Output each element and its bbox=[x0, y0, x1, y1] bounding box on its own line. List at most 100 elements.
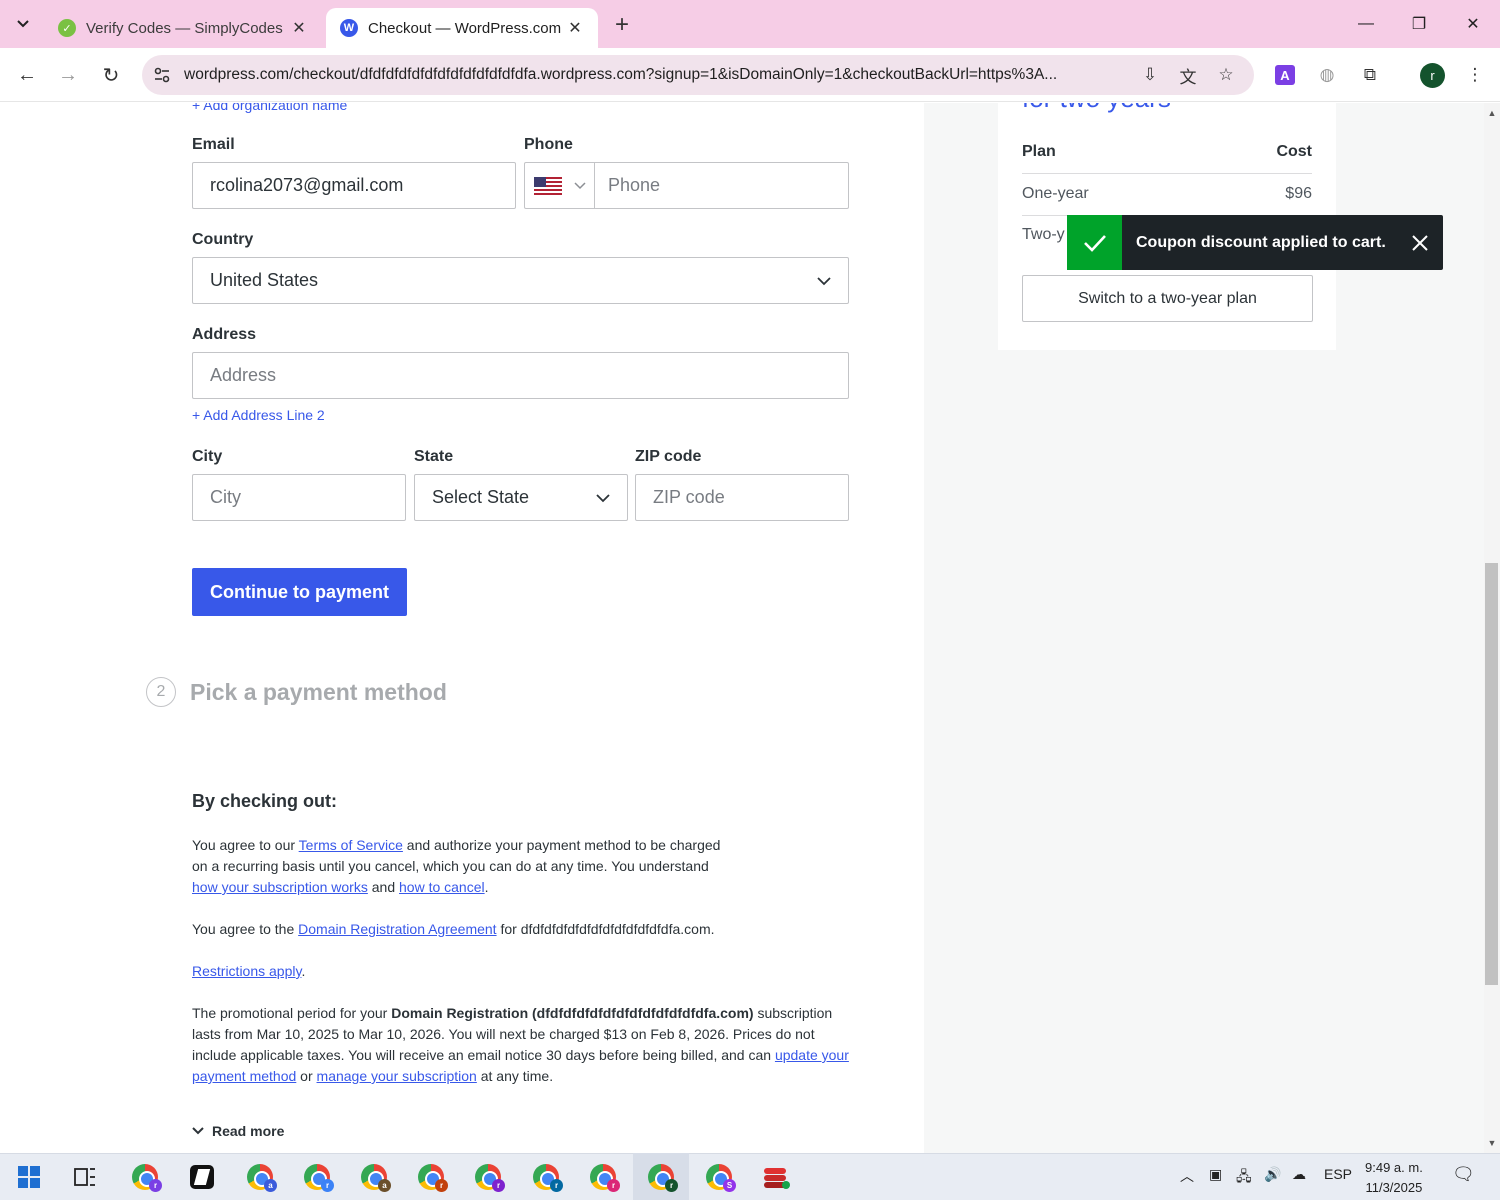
add-organization-link[interactable]: + Add organization name bbox=[192, 103, 347, 113]
chrome-taskbar-icon[interactable]: r bbox=[587, 1161, 620, 1193]
state-value: Select State bbox=[432, 487, 530, 507]
chevron-down-icon bbox=[817, 277, 831, 286]
state-select[interactable]: Select State bbox=[414, 474, 628, 521]
network-icon[interactable]: 🖧 bbox=[1236, 1166, 1252, 1190]
country-code-select[interactable] bbox=[525, 163, 595, 208]
tab-simplycodes[interactable]: ✓ Verify Codes — SimplyCodes ✕ bbox=[44, 8, 322, 48]
chevron-down-icon bbox=[574, 181, 586, 189]
how-to-cancel-link[interactable]: how to cancel bbox=[399, 879, 485, 895]
chrome-taskbar-icon[interactable]: r bbox=[301, 1161, 334, 1193]
close-tab-icon[interactable]: ✕ bbox=[566, 19, 584, 37]
translate-icon[interactable]: 文 bbox=[1176, 64, 1200, 87]
country-select[interactable]: United States bbox=[192, 257, 849, 304]
input-language[interactable]: ESP bbox=[1324, 1166, 1352, 1182]
url-text: wordpress.com/checkout/dfdfdfdfdfdfdfdfd… bbox=[184, 66, 1058, 83]
terms-text: You agree to the bbox=[192, 921, 299, 937]
tab-title: Verify Codes — SimplyCodes bbox=[86, 19, 283, 37]
continue-to-payment-button[interactable]: Continue to payment bbox=[192, 568, 407, 616]
window-close-icon[interactable]: ✕ bbox=[1450, 10, 1496, 38]
scroll-down-arrow-icon[interactable]: ▼ bbox=[1486, 1138, 1498, 1148]
cost-column-header: Cost bbox=[1276, 143, 1312, 160]
volume-icon[interactable]: 🔊 bbox=[1264, 1166, 1281, 1183]
chrome-taskbar-icon[interactable]: r bbox=[472, 1161, 505, 1193]
bookmark-star-icon[interactable]: ☆ bbox=[1214, 64, 1238, 86]
reload-icon[interactable]: ↻ bbox=[96, 60, 126, 90]
site-info-icon[interactable] bbox=[152, 65, 172, 85]
step-title[interactable]: Pick a payment method bbox=[190, 679, 447, 706]
chevron-down-icon bbox=[596, 494, 610, 503]
forward-icon[interactable]: → bbox=[53, 60, 83, 90]
terms-text: . bbox=[484, 879, 489, 895]
address-bar[interactable]: wordpress.com/checkout/dfdfdfdfdfdfdfdfd… bbox=[142, 55, 1254, 95]
task-view-icon[interactable] bbox=[69, 1161, 101, 1193]
city-field[interactable]: City bbox=[192, 474, 406, 521]
page-viewport: + Add organization name Email rcolina207… bbox=[0, 103, 1484, 1153]
scroll-up-arrow-icon[interactable]: ▲ bbox=[1486, 108, 1498, 118]
zip-label: ZIP code bbox=[635, 448, 702, 465]
domain-registration-agreement-link[interactable]: Domain Registration Agreement bbox=[298, 921, 496, 937]
tab-checkout[interactable]: W Checkout — WordPress.com ✕ bbox=[326, 8, 598, 48]
country-label: Country bbox=[192, 231, 254, 248]
extension-a-icon[interactable]: A bbox=[1272, 62, 1298, 88]
clock-date: 11/3/2025 bbox=[1365, 1180, 1423, 1195]
how-subscription-works-link[interactable]: how your subscription works bbox=[192, 879, 368, 895]
windows-start-icon[interactable] bbox=[13, 1161, 45, 1193]
domain-agreement-paragraph: You agree to the Domain Registration Agr… bbox=[192, 919, 852, 940]
wordpress-favicon-icon: W bbox=[340, 19, 358, 37]
system-clock[interactable]: 9:49 a. m. 11/3/2025 bbox=[1365, 1158, 1423, 1198]
install-app-icon[interactable]: ⇩ bbox=[1138, 64, 1162, 86]
close-tab-icon[interactable]: ✕ bbox=[290, 19, 308, 37]
zip-field[interactable]: ZIP code bbox=[635, 474, 849, 521]
toast-message: Coupon discount applied to cart. bbox=[1136, 233, 1386, 251]
terms-paragraph: You agree to our Terms of Service and au… bbox=[192, 835, 732, 898]
domain-registration-name: Domain Registration (dfdfdfdfdfdfdfdfdfd… bbox=[391, 1005, 754, 1021]
divider bbox=[1022, 173, 1312, 174]
chrome-taskbar-icon-active[interactable]: r bbox=[645, 1161, 678, 1193]
show-hidden-icons-chevron-icon[interactable]: ︿ bbox=[1180, 1166, 1194, 1186]
restore-icon[interactable]: ❐ bbox=[1396, 10, 1442, 38]
plan-name: One-year bbox=[1022, 185, 1089, 202]
chevron-down-icon bbox=[17, 20, 29, 28]
switch-to-two-year-button[interactable]: Switch to a two-year plan bbox=[1022, 275, 1313, 322]
address-field[interactable]: Address bbox=[192, 352, 849, 399]
terms-text: and bbox=[367, 879, 399, 895]
chrome-taskbar-icon[interactable]: a bbox=[358, 1161, 391, 1193]
plan-row: One-year $96 bbox=[1022, 185, 1312, 203]
add-address-line2-link[interactable]: + Add Address Line 2 bbox=[192, 407, 325, 423]
tab-search-button[interactable] bbox=[10, 12, 36, 36]
email-field[interactable]: rcolina2073@gmail.com bbox=[192, 162, 516, 209]
terms-of-service-link[interactable]: Terms of Service bbox=[299, 837, 403, 853]
notifications-icon[interactable]: 🗨 bbox=[1452, 1164, 1475, 1185]
new-tab-icon[interactable]: + bbox=[608, 11, 636, 38]
us-flag-icon bbox=[534, 176, 562, 195]
country-value: United States bbox=[210, 270, 319, 290]
checkmark-icon bbox=[1067, 215, 1122, 270]
back-icon[interactable]: ← bbox=[12, 60, 42, 90]
chrome-taskbar-icon[interactable]: S bbox=[703, 1161, 736, 1193]
meet-now-icon[interactable]: ▣ bbox=[1209, 1166, 1222, 1183]
read-more-toggle[interactable]: Read more bbox=[192, 1123, 284, 1139]
read-more-label: Read more bbox=[212, 1123, 285, 1139]
terms-text: at any time. bbox=[476, 1068, 554, 1084]
toast-close-icon[interactable] bbox=[1397, 215, 1443, 270]
stack-app-taskbar-icon[interactable] bbox=[760, 1161, 792, 1193]
chrome-taskbar-icon[interactable]: r bbox=[129, 1161, 162, 1193]
menu-kebab-icon[interactable]: ⋮ bbox=[1462, 62, 1488, 88]
onedrive-cloud-icon[interactable]: ☁ bbox=[1292, 1166, 1306, 1183]
restrictions-paragraph: Restrictions apply. bbox=[192, 961, 852, 982]
restrictions-apply-link[interactable]: Restrictions apply bbox=[192, 963, 301, 979]
chrome-taskbar-icon[interactable]: r bbox=[415, 1161, 448, 1193]
chrome-taskbar-icon[interactable]: r bbox=[530, 1161, 563, 1193]
globe-icon[interactable]: ◍ bbox=[1314, 62, 1340, 88]
upsell-heading: for two years bbox=[1022, 103, 1171, 114]
minimize-icon[interactable]: — bbox=[1343, 10, 1389, 38]
profile-avatar[interactable]: r bbox=[1420, 63, 1445, 88]
terms-text: . bbox=[301, 963, 306, 979]
browser-toolbar: ← → ↻ wordpress.com/checkout/dfdfdfdfdfd… bbox=[0, 48, 1500, 102]
scrollbar-thumb[interactable] bbox=[1485, 563, 1498, 985]
extensions-puzzle-icon[interactable]: ⧉ bbox=[1357, 62, 1383, 88]
app-taskbar-icon[interactable] bbox=[186, 1161, 218, 1193]
tab-strip: ✓ Verify Codes — SimplyCodes ✕ W Checkou… bbox=[0, 0, 1500, 48]
chrome-taskbar-icon[interactable]: a bbox=[244, 1161, 277, 1193]
manage-subscription-link[interactable]: manage your subscription bbox=[317, 1068, 477, 1084]
